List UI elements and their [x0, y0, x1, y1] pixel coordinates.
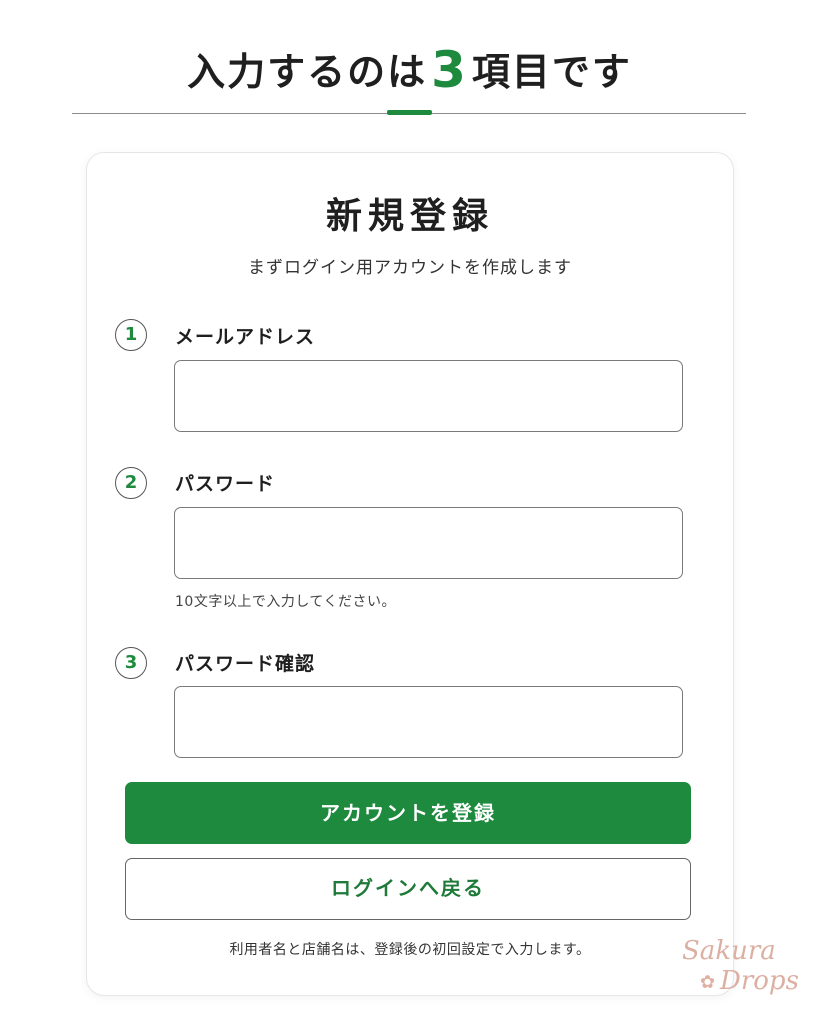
form-subtitle: まずログイン用アカウントを作成します — [248, 258, 572, 278]
watermark-line1: Sakura — [682, 936, 776, 966]
password-confirm-label: パスワード確認 — [175, 653, 316, 675]
password-confirm-field[interactable] — [174, 686, 683, 758]
email-label: メールアドレス — [175, 326, 316, 348]
password-field[interactable] — [174, 507, 683, 579]
registration-card: 新規登録 まずログイン用アカウントを作成します 1 メールアドレス 2 パスワー… — [86, 152, 734, 996]
flower-icon: ✿ — [700, 972, 716, 993]
page-header: 入力するのは3 項目です — [0, 0, 819, 120]
form-footnote: 利用者名と店舗名は、登録後の初回設定で入力します。 — [229, 942, 591, 958]
page-title-before: 入力するのは — [187, 50, 428, 94]
header-accent-bar — [387, 110, 432, 115]
watermark-line2: Drops — [720, 966, 799, 996]
page-title: 入力するのは3 項目です — [0, 40, 819, 102]
password-label: パスワード — [175, 473, 276, 495]
page-title-after: 項目です — [471, 50, 632, 94]
step-number-2: 2 — [115, 467, 147, 499]
watermark-logo: Sakura ✿ Drops — [676, 936, 806, 1000]
back-to-login-button[interactable]: ログインへ戻る — [125, 858, 691, 920]
password-hint: 10文字以上で入力してください。 — [175, 594, 396, 610]
step-number-1: 1 — [115, 319, 147, 351]
register-account-button[interactable]: アカウントを登録 — [125, 782, 691, 844]
email-field[interactable] — [174, 360, 683, 432]
form-title: 新規登録 — [325, 196, 494, 237]
page-title-number: 3 — [431, 41, 468, 99]
step-number-3: 3 — [115, 647, 147, 679]
